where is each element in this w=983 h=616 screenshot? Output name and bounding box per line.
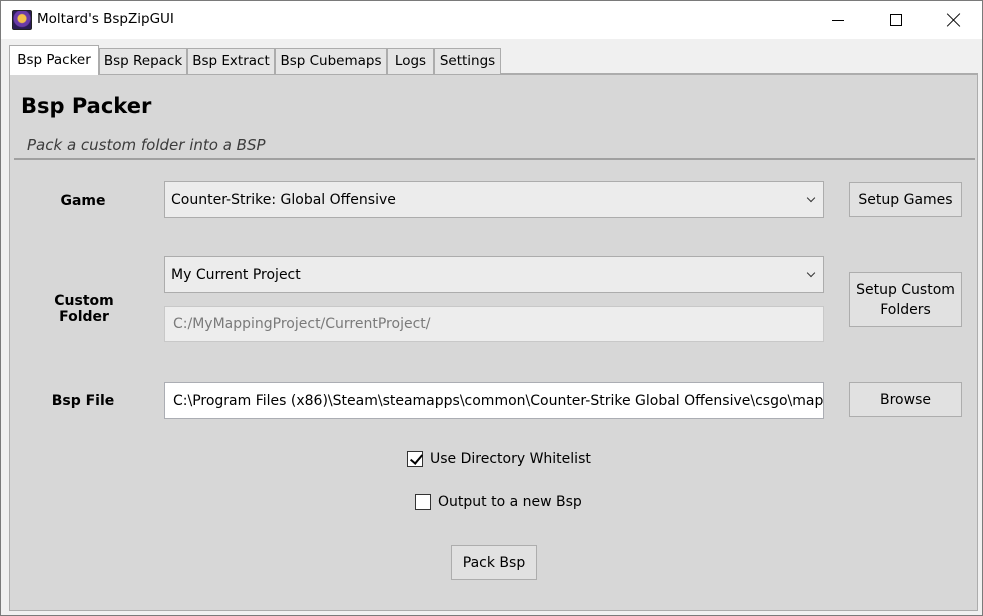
setup-custom-folders-label-line2: Folders [880,301,931,318]
bsp-file-path-input[interactable]: C:\Program Files (x86)\Steam\steamapps\c… [164,382,824,419]
window-title: Moltard's BspZipGUI [37,11,174,27]
custom-folder-path-field: C:/MyMappingProject/CurrentProject/ [164,306,824,342]
app-window: Moltard's BspZipGUI Bsp Packer Pack a cu… [0,0,983,616]
setup-custom-folders-button[interactable]: Setup Custom Folders [849,272,962,327]
title-bar[interactable]: Moltard's BspZipGUI [1,1,982,39]
header-divider [14,158,975,160]
maximize-icon [890,14,902,26]
minimize-icon [832,19,844,21]
page-title: Bsp Packer [21,94,152,118]
tab-panel-bsp-packer: Bsp Packer Pack a custom folder into a B… [9,73,978,611]
whitelist-label: Use Directory Whitelist [430,451,591,467]
game-label: Game [60,193,106,209]
tab-bsp-cubemaps[interactable]: Bsp Cubemaps [275,48,387,74]
page-subtitle: Pack a custom folder into a BSP [27,136,266,154]
maximize-button[interactable] [867,1,925,39]
close-icon [947,13,961,27]
minimize-button[interactable] [809,1,867,39]
new-bsp-label: Output to a new Bsp [438,494,582,510]
tab-settings[interactable]: Settings [434,48,501,74]
tab-bsp-repack[interactable]: Bsp Repack [99,48,187,74]
game-select[interactable]: Counter-Strike: Global Offensive [164,181,824,218]
use-directory-whitelist-option[interactable]: Use Directory Whitelist [407,451,591,467]
game-select-value: Counter-Strike: Global Offensive [171,191,396,208]
app-logo-icon [12,10,32,30]
whitelist-checkbox[interactable] [407,451,423,467]
custom-folder-select-value: My Current Project [171,266,301,283]
chevron-down-icon [799,182,823,217]
output-new-bsp-option[interactable]: Output to a new Bsp [415,494,582,510]
tab-bsp-packer[interactable]: Bsp Packer [9,45,99,75]
new-bsp-checkbox[interactable] [415,494,431,510]
chevron-down-icon [799,257,823,292]
tab-logs[interactable]: Logs [387,48,434,74]
setup-games-button[interactable]: Setup Games [849,182,962,217]
close-button[interactable] [925,1,983,39]
custom-folder-select[interactable]: My Current Project [164,256,824,293]
setup-custom-folders-label-line1: Setup Custom [856,281,955,298]
browse-button[interactable]: Browse [849,382,962,417]
custom-folder-label: Custom Folder [54,293,114,325]
bsp-file-label: Bsp File [51,393,115,409]
pack-bsp-button[interactable]: Pack Bsp [451,545,537,580]
tab-bsp-extract[interactable]: Bsp Extract [187,48,275,74]
